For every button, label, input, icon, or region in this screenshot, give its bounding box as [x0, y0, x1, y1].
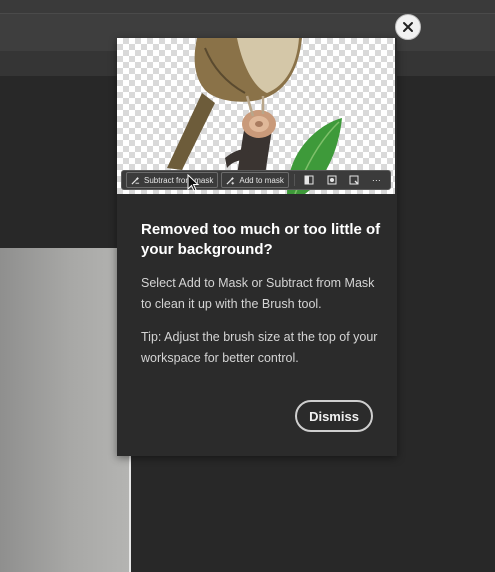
coachmark-panel: Subtract from mask Add to mask ⋯ Removed… — [117, 38, 397, 456]
invert-mask-button[interactable] — [300, 173, 319, 187]
toolbar-divider — [293, 174, 295, 186]
app-title-bar — [0, 0, 495, 13]
mouse-cursor-icon — [187, 174, 200, 192]
coachmark-instructions: Select Add to Mask or Subtract from Mask… — [141, 276, 375, 311]
mask-brush-toolbar: Subtract from mask Add to mask ⋯ — [121, 170, 391, 190]
add-to-mask-button[interactable]: Add to mask — [221, 172, 289, 188]
mask-options-button[interactable] — [344, 173, 363, 187]
document-canvas[interactable] — [0, 248, 131, 572]
more-icon: ⋯ — [371, 174, 381, 185]
refine-edge-icon — [327, 175, 337, 185]
invert-mask-icon — [304, 175, 314, 185]
close-coachmark-button[interactable] — [395, 14, 421, 40]
coachmark-heading: Removed too much or too little of your b… — [141, 221, 381, 258]
more-options-button[interactable]: ⋯ — [367, 173, 386, 187]
preview-image: Subtract from mask Add to mask ⋯ — [117, 38, 395, 194]
subtract-from-mask-label: Subtract from mask — [144, 175, 214, 185]
mask-options-icon — [349, 175, 359, 185]
brush-minus-icon — [131, 176, 140, 185]
brush-plus-icon — [226, 176, 235, 185]
subtract-from-mask-button[interactable]: Subtract from mask — [126, 172, 219, 188]
dismiss-button[interactable]: Dismiss — [295, 400, 373, 432]
close-icon — [403, 22, 413, 32]
add-to-mask-label: Add to mask — [239, 175, 284, 185]
refine-edge-button[interactable] — [322, 173, 341, 187]
coachmark-tip: Tip: Adjust the brush size at the top of… — [141, 330, 378, 365]
